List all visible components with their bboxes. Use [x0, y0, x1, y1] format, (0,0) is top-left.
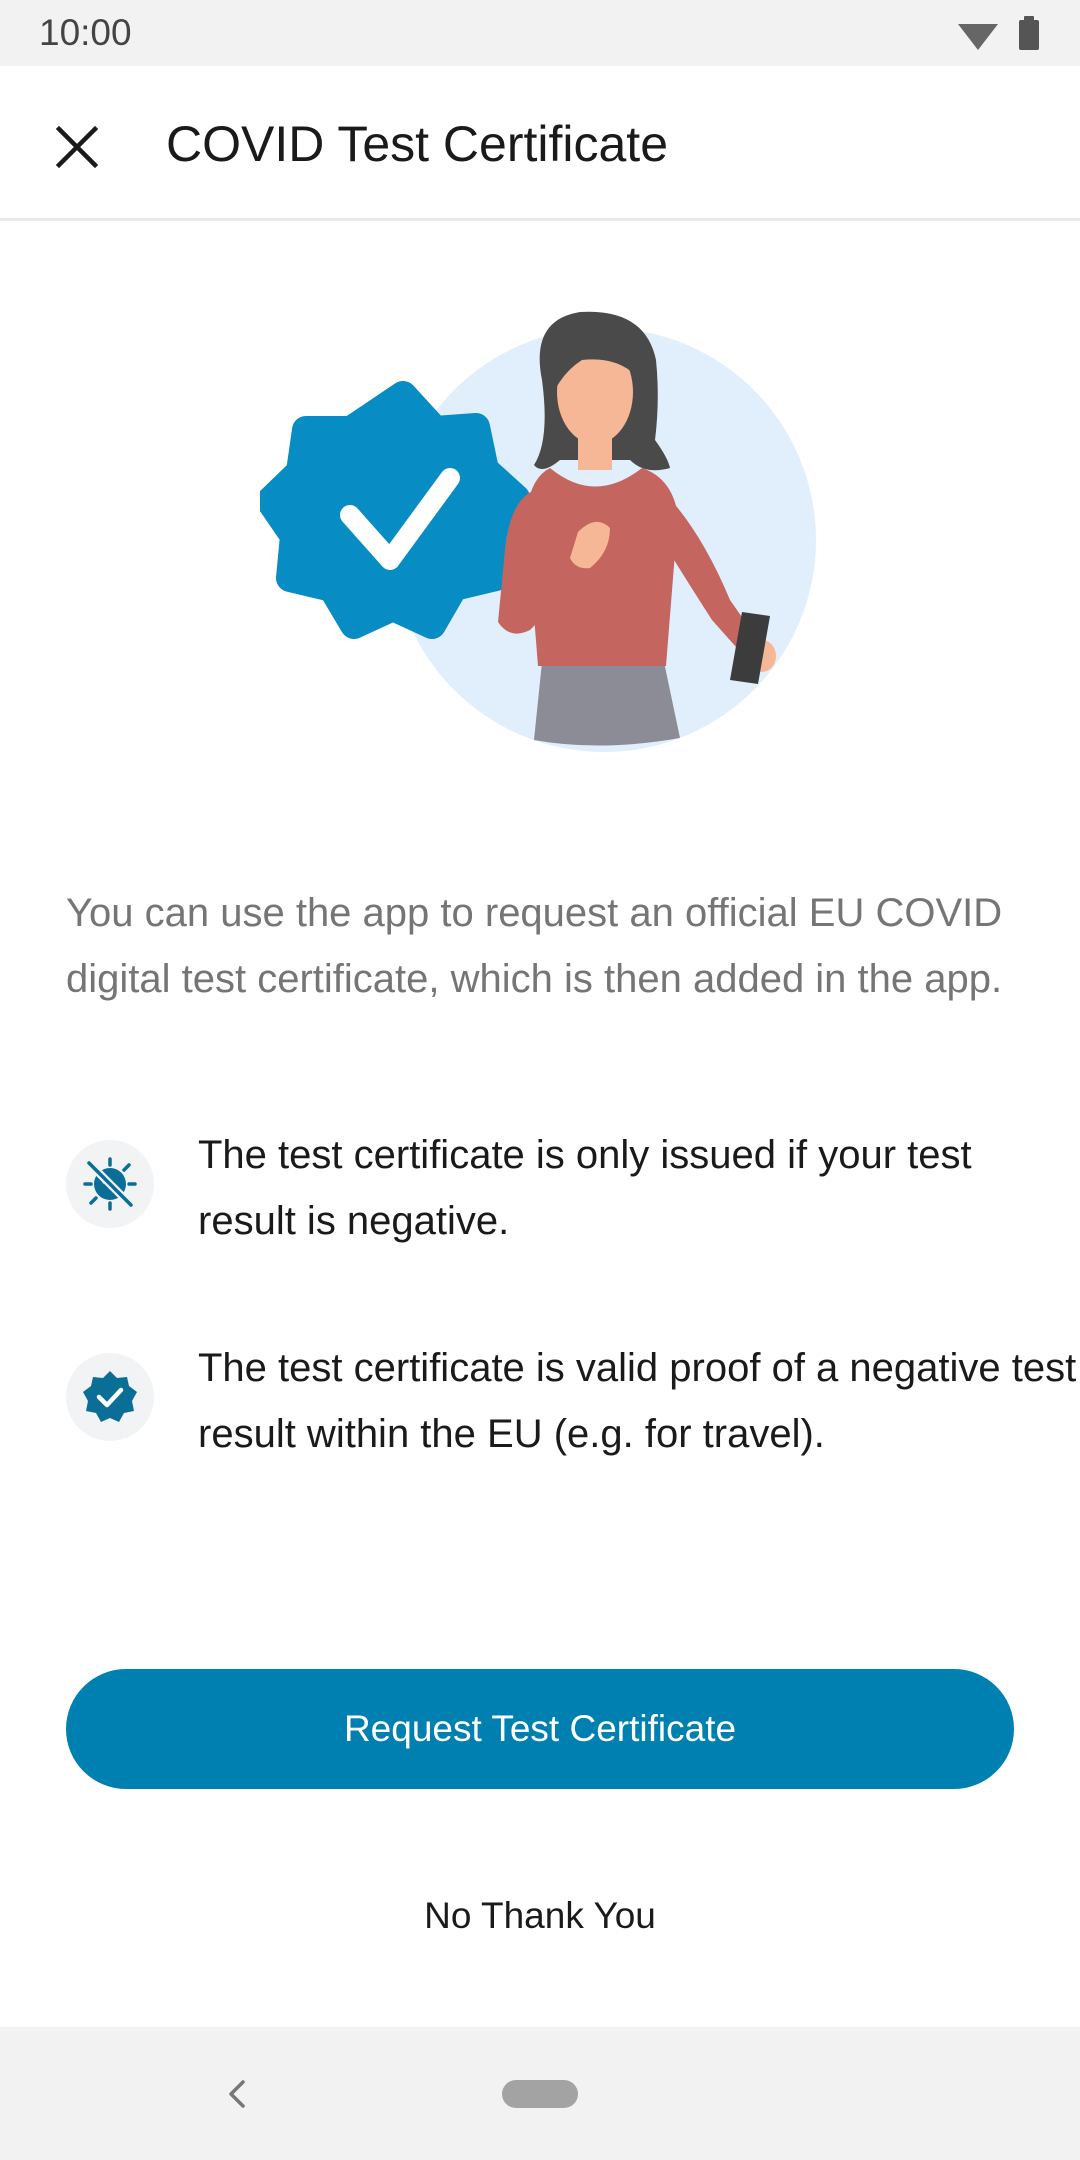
verified-badge-illustration [256, 381, 530, 639]
close-icon [55, 125, 99, 169]
battery-icon [1019, 16, 1039, 50]
status-bar: 10:00 [0, 0, 1080, 66]
wifi-icon [958, 24, 998, 50]
home-pill-icon[interactable] [502, 2080, 578, 2108]
request-test-certificate-button[interactable]: Request Test Certificate [66, 1669, 1014, 1789]
status-icons [942, 16, 1042, 52]
info-text-negative-result: The test certificate is only issued if y… [198, 1133, 972, 1243]
hero-illustration [256, 300, 820, 760]
info-text-valid-proof: The test certificate is valid proof of a… [198, 1346, 1077, 1456]
no-thank-you-button[interactable]: No Thank You [340, 1880, 740, 1952]
close-button[interactable] [40, 110, 114, 184]
app-bar: COVID Test Certificate [0, 66, 1080, 221]
page-title: COVID Test Certificate [166, 116, 669, 172]
system-navigation-bar [0, 2027, 1080, 2160]
back-button[interactable] [212, 2069, 262, 2119]
status-time: 10:00 [39, 12, 132, 53]
intro-text: You can use the app to request an offici… [66, 891, 1003, 1001]
verified-badge-icon [66, 1353, 154, 1441]
back-chevron-icon [229, 2080, 245, 2108]
virus-crossed-icon [66, 1140, 154, 1228]
